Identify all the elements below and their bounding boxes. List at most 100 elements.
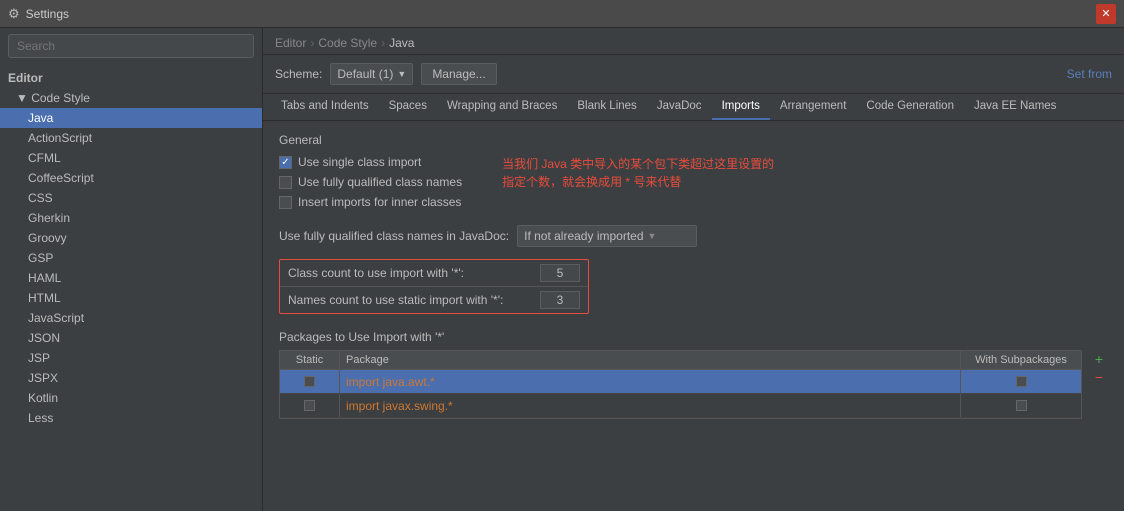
tab-javadoc[interactable]: JavaDoc	[647, 94, 712, 120]
sidebar-item-haml[interactable]: HAML	[0, 268, 262, 288]
breadcrumb-java: Java	[389, 36, 414, 50]
sidebar-item-java[interactable]: Java	[0, 108, 262, 128]
col-with-header: With Subpackages	[961, 351, 1081, 369]
chevron-down-icon: ▼	[397, 69, 406, 79]
scheme-value: Default (1)	[337, 67, 393, 81]
use-qualified-class-names-checkbox[interactable]	[279, 176, 292, 189]
sidebar-item-jsp[interactable]: JSP	[0, 348, 262, 368]
sidebar-item-gherkin[interactable]: Gherkin	[0, 208, 262, 228]
content-area: Editor › Code Style › Java Scheme: Defau…	[263, 28, 1124, 511]
imports-tab-content: General ✓ Use single class import Use fu…	[263, 121, 1124, 511]
javadoc-option: If not already imported	[524, 229, 643, 243]
breadcrumb-sep-2: ›	[381, 36, 385, 50]
tab-java-ee-names[interactable]: Java EE Names	[964, 94, 1066, 120]
general-section-label: General	[279, 133, 1108, 147]
checkbox-row-qualified: Use fully qualified class names	[279, 175, 462, 189]
names-count-row: Names count to use static import with '*…	[280, 287, 588, 313]
package-text-0: import java.awt.*	[346, 375, 435, 389]
titlebar: ⚙ Settings ✕	[0, 0, 1124, 28]
sidebar-item-kotlin[interactable]: Kotlin	[0, 388, 262, 408]
pkg-package-0: import java.awt.*	[340, 370, 961, 393]
scheme-row: Scheme: Default (1) ▼ Manage... Set from	[263, 55, 1124, 94]
breadcrumb: Editor › Code Style › Java	[263, 28, 1124, 55]
sidebar-tree: Editor ▼ Code Style Java ActionScript CF…	[0, 64, 262, 511]
sidebar-item-javascript[interactable]: JavaScript	[0, 308, 262, 328]
sidebar-item-code-style[interactable]: ▼ Code Style	[0, 88, 262, 108]
set-from-link[interactable]: Set from	[1067, 67, 1112, 81]
use-qualified-class-names-label: Use fully qualified class names	[298, 175, 462, 189]
main-layout: Editor ▼ Code Style Java ActionScript CF…	[0, 28, 1124, 511]
pkg-static-checkbox-1[interactable]	[304, 400, 315, 411]
sidebar-item-coffeescript[interactable]: CoffeeScript	[0, 168, 262, 188]
search-input[interactable]	[8, 34, 254, 58]
javadoc-dropdown[interactable]: If not already imported ▼	[517, 225, 697, 247]
pkg-with-checkbox-1[interactable]	[1016, 400, 1027, 411]
pkg-package-1: import javax.swing.*	[340, 394, 961, 417]
chinese-annotation: 当我们 Java 类中导入的某个包下类超过这里设置的指定个数，就会换成用 * 号…	[502, 155, 782, 215]
pkg-static-checkbox-0[interactable]	[304, 376, 315, 387]
tab-arrangement[interactable]: Arrangement	[770, 94, 856, 120]
sidebar-item-css[interactable]: CSS	[0, 188, 262, 208]
pkg-with-1	[961, 394, 1081, 417]
checkboxes-column: ✓ Use single class import Use fully qual…	[279, 155, 462, 215]
sidebar-item-html[interactable]: HTML	[0, 288, 262, 308]
package-text-1: import javax.swing.*	[346, 399, 453, 413]
table-row[interactable]: import javax.swing.*	[280, 394, 1081, 418]
settings-icon: ⚙	[8, 6, 20, 22]
sidebar-item-editor[interactable]: Editor	[0, 68, 262, 88]
names-count-input[interactable]	[540, 291, 580, 309]
sidebar-item-actionscript[interactable]: ActionScript	[0, 128, 262, 148]
javadoc-label: Use fully qualified class names in JavaD…	[279, 229, 509, 243]
package-actions: + −	[1090, 350, 1108, 386]
col-package-header: Package	[340, 351, 961, 369]
remove-package-button[interactable]: −	[1090, 368, 1108, 386]
packages-section-label: Packages to Use Import with '*'	[279, 330, 1108, 344]
col-static-header: Static	[280, 351, 340, 369]
checkbox-row-inner: Insert imports for inner classes	[279, 195, 462, 209]
use-single-class-import-checkbox[interactable]: ✓	[279, 156, 292, 169]
general-options: ✓ Use single class import Use fully qual…	[279, 155, 1108, 215]
sidebar: Editor ▼ Code Style Java ActionScript CF…	[0, 28, 263, 511]
scheme-select[interactable]: Default (1) ▼	[330, 63, 413, 85]
pkg-static-0	[280, 370, 340, 393]
packages-table-body: import java.awt.* import javax.swi	[279, 369, 1082, 419]
chevron-down-icon: ▼	[648, 231, 657, 241]
pkg-with-0	[961, 370, 1081, 393]
count-table: Class count to use import with '*': Name…	[279, 259, 589, 314]
pkg-with-checkbox-0[interactable]	[1016, 376, 1027, 387]
window-title: Settings	[26, 7, 1090, 21]
use-single-class-import-label: Use single class import	[298, 155, 421, 169]
breadcrumb-sep-1: ›	[310, 36, 314, 50]
sidebar-item-less[interactable]: Less	[0, 408, 262, 428]
class-count-input[interactable]	[540, 264, 580, 282]
breadcrumb-codestyle: Code Style	[318, 36, 377, 50]
insert-imports-inner-label: Insert imports for inner classes	[298, 195, 461, 209]
manage-button[interactable]: Manage...	[421, 63, 496, 85]
insert-imports-inner-checkbox[interactable]	[279, 196, 292, 209]
close-button[interactable]: ✕	[1096, 4, 1116, 24]
sidebar-item-cfml[interactable]: CFML	[0, 148, 262, 168]
class-count-label: Class count to use import with '*':	[288, 266, 532, 280]
tab-spaces[interactable]: Spaces	[379, 94, 437, 120]
class-count-row: Class count to use import with '*':	[280, 260, 588, 287]
scheme-label: Scheme:	[275, 67, 322, 81]
javadoc-row: Use fully qualified class names in JavaD…	[279, 225, 1108, 247]
sidebar-item-json[interactable]: JSON	[0, 328, 262, 348]
tab-wrapping-and-braces[interactable]: Wrapping and Braces	[437, 94, 567, 120]
sidebar-item-groovy[interactable]: Groovy	[0, 228, 262, 248]
sidebar-item-jspx[interactable]: JSPX	[0, 368, 262, 388]
tab-code-generation[interactable]: Code Generation	[856, 94, 964, 120]
packages-table-header: Static Package With Subpackages	[279, 350, 1082, 369]
tabs-bar: Tabs and Indents Spaces Wrapping and Bra…	[263, 94, 1124, 121]
tab-tabs-and-indents[interactable]: Tabs and Indents	[271, 94, 379, 120]
packages-table-wrapper: Static Package With Subpackages import j…	[279, 350, 1082, 419]
tab-imports[interactable]: Imports	[712, 94, 770, 120]
tab-blank-lines[interactable]: Blank Lines	[567, 94, 646, 120]
checkbox-row-single: ✓ Use single class import	[279, 155, 462, 169]
pkg-static-1	[280, 394, 340, 417]
names-count-label: Names count to use static import with '*…	[288, 293, 532, 307]
add-package-button[interactable]: +	[1090, 350, 1108, 368]
sidebar-item-gsp[interactable]: GSP	[0, 248, 262, 268]
table-row[interactable]: import java.awt.*	[280, 370, 1081, 394]
breadcrumb-editor: Editor	[275, 36, 306, 50]
